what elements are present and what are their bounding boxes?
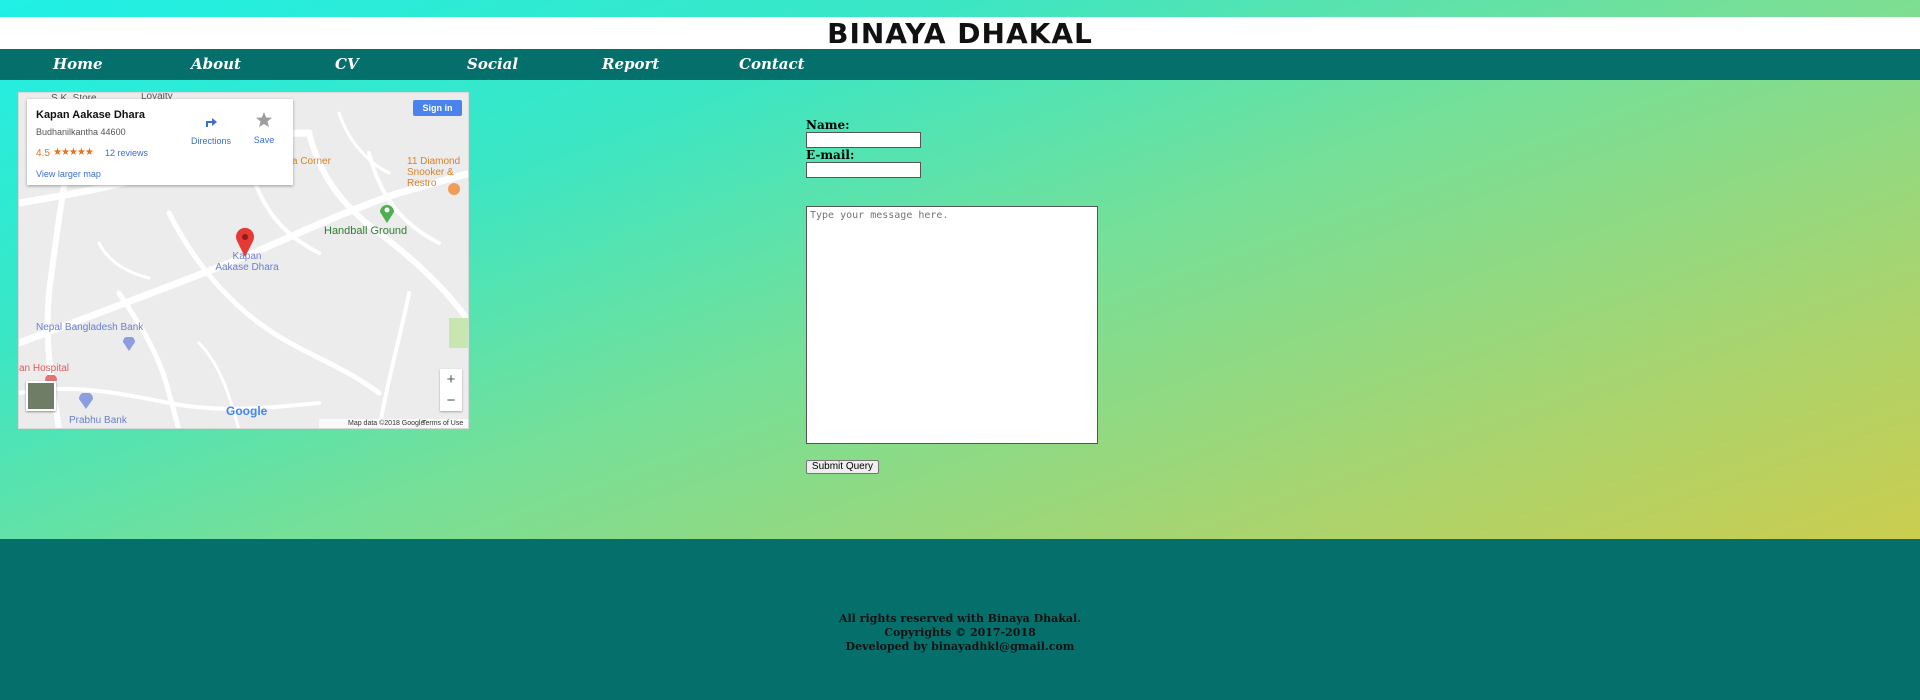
site-title: BINAYA DHAKAL [827, 16, 1093, 50]
name-label: Name: [806, 118, 850, 132]
nav-report[interactable]: Report [602, 55, 659, 73]
email-label: E-mail: [806, 148, 855, 162]
map-label-corner: a Corner [292, 156, 331, 167]
rating-stars-icon: ★★★★★ [53, 147, 94, 158]
place-rating: 4.5 [36, 148, 50, 159]
zoom-control: + − [440, 369, 462, 411]
reviews-link[interactable]: 12 reviews [105, 148, 148, 158]
map-attribution: Map data ©2018 Google Terms of Use [319, 419, 468, 428]
nav-about[interactable]: About [191, 55, 241, 73]
place-name: Kapan Aakase Dhara [36, 109, 146, 121]
nav-social[interactable]: Social [467, 55, 518, 73]
name-input[interactable] [806, 132, 921, 148]
site-footer: All rights reserved with Binaya Dhakal. … [0, 539, 1920, 700]
directions-label: Directions [190, 136, 231, 146]
main-nav: Home About CV Social Report Contact [0, 49, 1920, 80]
satellite-thumbnail-icon[interactable] [26, 381, 56, 411]
map-label-hospital: an Hospital [19, 363, 70, 374]
footer-copyright: Copyrights © 2017-2018 [884, 626, 1036, 639]
nav-cv[interactable]: CV [335, 55, 359, 73]
bank-marker-icon-2 [79, 393, 93, 409]
nav-contact[interactable]: Contact [739, 55, 805, 73]
zoom-in-button[interactable]: + [440, 369, 462, 390]
submit-button[interactable]: Submit Query [806, 460, 879, 474]
message-textarea[interactable] [806, 206, 1098, 444]
google-logo: Google [226, 404, 268, 418]
footer-developer: Developed by binayadhkl@gmail.com [845, 640, 1075, 653]
map-data-text: Map data ©2018 Google [348, 420, 425, 427]
email-input[interactable] [806, 162, 921, 178]
contact-form: Name: E-mail: [806, 118, 921, 178]
map-label-handball: Handball Ground [324, 225, 408, 237]
nav-home[interactable]: Home [53, 55, 103, 73]
directions-arrow-icon [206, 118, 217, 127]
footer-text: All rights reserved with Binaya Dhakal. … [0, 612, 1920, 654]
bank-marker-icon [123, 337, 135, 351]
terms-of-use-link[interactable]: Terms of Use [422, 420, 463, 427]
map-label-pin: Kapan Aakase Dhara [215, 251, 279, 273]
embedded-map[interactable]: S.K. Store Loyalty a Corner 11 Diamond S… [18, 92, 469, 429]
site-header: BINAYA DHAKAL [0, 16, 1920, 50]
view-larger-map-link[interactable]: View larger map [36, 169, 101, 179]
map-label-bank2: Prabhu Bank [69, 415, 127, 426]
sign-in-button[interactable]: Sign in [413, 100, 462, 116]
place-card: Kapan Aakase Dhara Budhanilkantha 44600 … [27, 99, 293, 185]
footer-rights: All rights reserved with Binaya Dhakal. [838, 612, 1082, 625]
zoom-out-button[interactable]: − [440, 390, 462, 411]
save-label: Save [253, 135, 275, 145]
park-marker-icon [380, 205, 394, 223]
save-button[interactable]: Save [247, 111, 281, 145]
star-icon [256, 112, 272, 127]
directions-button[interactable]: Directions [189, 113, 233, 146]
map-label-bank1: Nepal Bangladesh Bank [36, 322, 144, 333]
place-address: Budhanilkantha 44600 [36, 127, 126, 137]
restaurant-icon [448, 183, 460, 195]
sign-in-label: Sign in [422, 103, 453, 113]
